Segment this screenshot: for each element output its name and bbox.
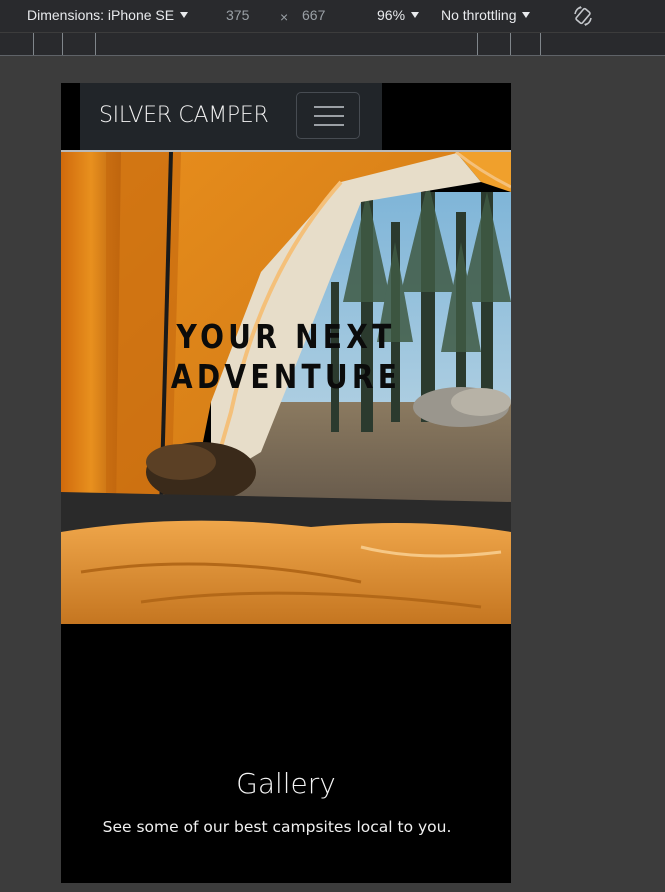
chevron-down-icon	[411, 12, 420, 19]
device-selector[interactable]: Dimensions: iPhone SE	[27, 7, 189, 23]
gallery-subtitle: See some of our best campsites local to …	[102, 818, 452, 836]
ruler-tick	[477, 33, 478, 55]
brand-link[interactable]: SILVER CAMPER	[99, 103, 269, 128]
hamburger-icon	[314, 106, 344, 108]
chevron-down-icon	[522, 12, 531, 19]
ruler-tick	[510, 33, 511, 55]
dimension-times: ×	[280, 9, 289, 25]
ruler-tick	[95, 33, 96, 55]
ruler-tick	[62, 33, 63, 55]
navbar: SILVER CAMPER	[80, 83, 382, 150]
gallery-heading: Gallery	[236, 767, 336, 800]
menu-toggle-button[interactable]	[296, 92, 360, 139]
rotate-icon[interactable]	[572, 5, 594, 27]
zoom-selector[interactable]: 96%	[377, 7, 420, 23]
ruler-tick	[33, 33, 34, 55]
devtools-toolbar: Dimensions: iPhone SE 375 × 667 96% No t…	[0, 0, 665, 32]
height-input[interactable]: 667	[302, 7, 325, 23]
hamburger-icon	[314, 124, 344, 126]
chevron-down-icon	[180, 12, 189, 19]
hamburger-icon	[314, 115, 344, 117]
zoom-label: 96%	[377, 7, 406, 23]
ruler-tick	[540, 33, 541, 55]
media-query-ruler[interactable]	[0, 32, 665, 56]
device-viewport: SILVER CAMPER YOUR NEXT ADVENTURE Galler…	[61, 83, 511, 883]
throttle-selector[interactable]: No throttling	[441, 7, 531, 23]
hero-title: YOUR NEXT ADVENTURE	[170, 317, 402, 396]
throttle-label: No throttling	[441, 7, 517, 23]
width-input[interactable]: 375	[226, 7, 249, 23]
device-selector-label: Dimensions: iPhone SE	[27, 7, 175, 23]
hero-image: YOUR NEXT ADVENTURE	[61, 150, 511, 624]
